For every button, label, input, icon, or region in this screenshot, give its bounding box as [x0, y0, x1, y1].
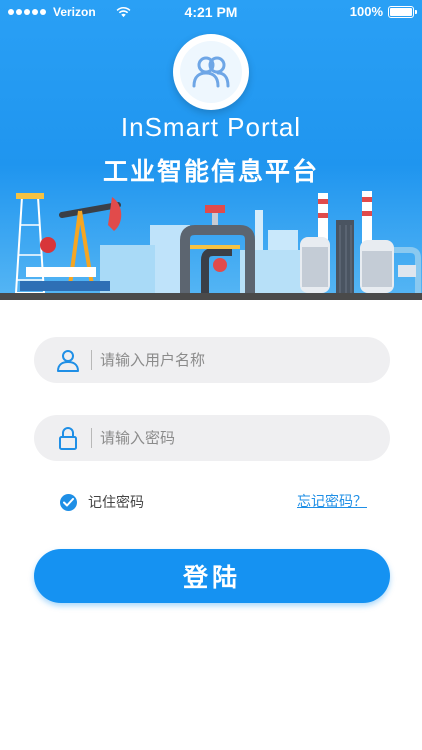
- app-logo: [173, 34, 249, 110]
- ground-line: [0, 293, 422, 300]
- app-title: InSmart Portal: [120, 112, 302, 142]
- status-right: 100%: [349, 4, 417, 19]
- username-input[interactable]: [100, 337, 370, 383]
- login-button[interactable]: 登陆: [34, 549, 390, 603]
- remember-password-label: 记住密码: [88, 495, 144, 511]
- checkmark-glyph: [63, 497, 74, 506]
- status-bar: Verizon 4:21 PM 100%: [0, 0, 422, 26]
- remember-password-toggle[interactable]: 记住密码: [60, 492, 144, 512]
- header-banner: Verizon 4:21 PM 100% InSmart Portal 工业智能…: [0, 0, 422, 300]
- field-separator: [91, 350, 92, 370]
- users-icon: [192, 56, 230, 88]
- field-separator: [91, 428, 92, 448]
- forgot-password-link[interactable]: 忘记密码？: [297, 491, 367, 511]
- user-icon: [57, 350, 79, 372]
- checkmark-icon[interactable]: [60, 493, 77, 511]
- app-subtitle: 工业智能信息平台: [102, 157, 319, 186]
- battery-icon: [388, 5, 417, 18]
- industrial-skyline-illustration: [14, 191, 421, 295]
- battery-percent: 100%: [349, 4, 383, 19]
- lock-icon: [59, 427, 77, 450]
- username-field[interactable]: [34, 337, 390, 383]
- logo-inner: [180, 41, 242, 103]
- password-field[interactable]: [34, 415, 390, 461]
- password-input[interactable]: [100, 415, 370, 461]
